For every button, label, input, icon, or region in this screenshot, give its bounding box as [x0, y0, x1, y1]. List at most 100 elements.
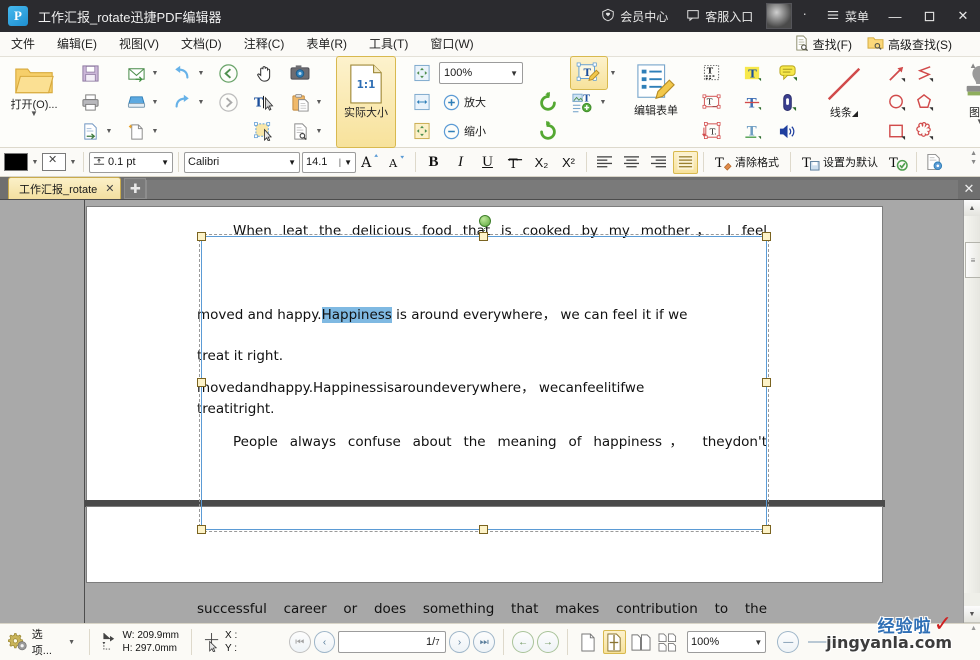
continuous-view-button[interactable] [603, 630, 627, 654]
line-tool-caret-icon[interactable]: ◢ [852, 109, 858, 118]
align-right-button[interactable] [646, 151, 671, 174]
cloud-shape-button[interactable] [910, 117, 938, 145]
scroll-up-button[interactable]: ▲ [964, 200, 980, 217]
stroke-color-caret-icon[interactable]: ▼ [68, 159, 78, 166]
single-page-view-button[interactable] [576, 630, 600, 654]
menu-view[interactable]: 视图(V) [108, 32, 170, 56]
scrollbar-thumb[interactable]: ≡ [965, 242, 980, 278]
bold-button[interactable]: B [421, 151, 446, 174]
edit-form-button[interactable]: 编辑表单 [626, 56, 686, 148]
back-view-button[interactable]: ← [512, 631, 534, 653]
add-text-image-button[interactable]: T [570, 88, 598, 116]
italic-button[interactable]: I [448, 151, 473, 174]
polyline-shape-button[interactable] [910, 59, 938, 87]
line-tool-button[interactable]: 线条◢ [814, 56, 874, 148]
menu-file[interactable]: 文件 [0, 32, 46, 56]
fit-visible-button[interactable] [408, 117, 436, 145]
underline-button[interactable]: U [475, 151, 500, 174]
user-avatar[interactable] [766, 3, 792, 29]
clear-format-button[interactable]: T 清除格式 [709, 151, 785, 174]
resize-handle-w[interactable] [197, 378, 206, 387]
decrease-font-size-button[interactable]: A [385, 151, 410, 174]
stroke-color-swatch[interactable] [42, 153, 66, 171]
status-zoom-combo[interactable]: 100% ▼ [687, 631, 766, 653]
add-text-image-caret-icon[interactable]: ▼ [598, 99, 608, 106]
resize-handle-e[interactable] [762, 378, 771, 387]
fill-color-caret-icon[interactable]: ▼ [30, 159, 40, 166]
text-field-tool-button[interactable]: T [698, 59, 726, 87]
advanced-find-button[interactable]: 高级查找(S) [861, 35, 958, 53]
redo-caret-icon[interactable]: ▼ [196, 99, 206, 106]
ellipse-shape-button[interactable] [882, 88, 910, 116]
paste-caret-icon[interactable]: ▼ [314, 99, 324, 106]
sticky-note-button[interactable] [774, 59, 802, 87]
member-center-button[interactable]: 会员中心 [592, 0, 677, 32]
last-page-button[interactable]: ⏭ [473, 631, 495, 653]
edit-content-button[interactable]: T [570, 56, 608, 90]
email-button[interactable] [122, 59, 150, 87]
document-canvas[interactable]: When leat the delicious food that is coo… [85, 200, 980, 623]
print-button[interactable] [76, 88, 104, 116]
scroll-down-button[interactable]: ▼ [964, 606, 980, 623]
export-caret-icon[interactable]: ▼ [104, 128, 114, 135]
actual-size-button[interactable]: 1:1 实际大小 [336, 56, 396, 148]
fill-color-swatch[interactable] [4, 153, 28, 171]
resize-handle-nw[interactable] [197, 232, 206, 241]
tab-active-document[interactable]: 工作汇报_rotate ✕ [8, 177, 121, 199]
set-default-button[interactable]: T 设置为默认 [796, 151, 884, 174]
rotate-left-button[interactable] [534, 88, 562, 116]
stamp-caret-icon[interactable]: ▼ [976, 119, 980, 125]
next-page-button[interactable]: › [449, 631, 471, 653]
previous-page-button[interactable]: ‹ [314, 631, 336, 653]
line-width-combo[interactable]: 0.1 pt ▼ [89, 152, 173, 173]
edit-content-caret-icon[interactable]: ▼ [608, 70, 618, 77]
align-center-button[interactable] [619, 151, 644, 174]
resize-handle-se[interactable] [762, 525, 771, 534]
highlight-text-button[interactable]: T [738, 59, 766, 87]
fit-page-button[interactable] [408, 59, 436, 87]
paste-button[interactable] [286, 88, 314, 116]
align-justify-button[interactable] [673, 151, 698, 174]
status-zoom-caret-icon[interactable]: ▼ [754, 638, 762, 647]
menu-comment[interactable]: 注释(C) [233, 32, 296, 56]
scan-caret-icon[interactable]: ▼ [150, 99, 160, 106]
resize-handle-ne[interactable] [762, 232, 771, 241]
export-button[interactable] [76, 117, 104, 145]
font-size-caret-icon[interactable]: ▼ [344, 158, 352, 167]
menu-form[interactable]: 表单(R) [295, 32, 358, 56]
zoom-in-button[interactable]: 放大 [436, 88, 493, 116]
undo-button[interactable] [168, 59, 196, 87]
select-text-tool-button[interactable]: T [250, 88, 278, 116]
find-in-document-caret-icon[interactable]: ▼ [314, 128, 324, 135]
text-object-selection-frame[interactable] [201, 236, 767, 530]
facing-continuous-view-button[interactable] [656, 630, 680, 654]
rotate-handle[interactable] [479, 215, 491, 227]
open-file-button[interactable]: 打开(O)... ▼ [4, 56, 64, 148]
close-all-tabs-button[interactable]: ✕ [958, 178, 980, 199]
subscript-button[interactable]: X₂ [529, 151, 554, 174]
left-navigation-pane[interactable] [0, 200, 85, 623]
hand-tool-button[interactable] [250, 59, 278, 87]
apply-format-button[interactable]: T [886, 151, 911, 174]
resize-handle-sw[interactable] [197, 525, 206, 534]
vertical-scrollbar[interactable]: ▲ ≡ ▼ [963, 200, 980, 623]
two-page-view-button[interactable] [629, 630, 653, 654]
superscript-button[interactable]: X² [556, 151, 581, 174]
vertical-text-tool-button[interactable]: T. [698, 117, 726, 145]
new-document-caret-icon[interactable]: ▼ [150, 128, 160, 135]
increase-font-size-button[interactable]: A [358, 151, 383, 174]
find-in-document-button[interactable] [286, 117, 314, 145]
font-family-combo[interactable]: Calibri ▼ [184, 152, 300, 173]
previous-view-button[interactable] [214, 59, 242, 87]
tab-close-icon[interactable]: ✕ [105, 182, 114, 195]
resize-handle-s[interactable] [479, 525, 488, 534]
attachment-button[interactable] [774, 88, 802, 116]
first-page-button[interactable]: ⏮ [289, 631, 311, 653]
ribbon-collapse-icon[interactable]: ▲ [969, 61, 977, 70]
polygon-shape-button[interactable] [910, 88, 938, 116]
text-box-tool-button[interactable]: T_ [698, 88, 726, 116]
scan-button[interactable] [122, 88, 150, 116]
email-caret-icon[interactable]: ▼ [150, 70, 160, 77]
select-object-tool-button[interactable] [250, 117, 278, 145]
forward-view-button[interactable]: → [537, 631, 559, 653]
